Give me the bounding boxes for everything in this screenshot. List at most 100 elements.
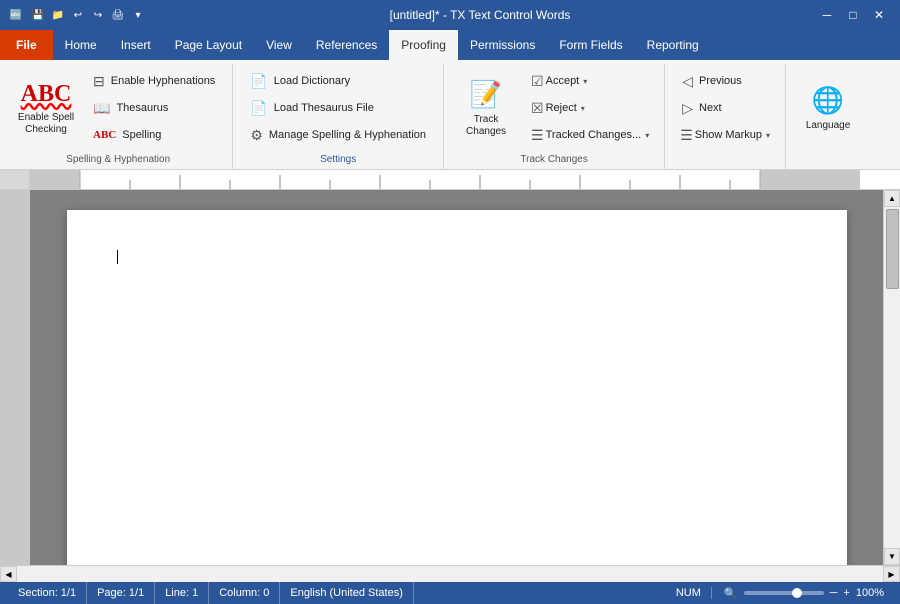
- scroll-left-button[interactable]: ◀: [0, 566, 17, 582]
- zoom-minus-icon[interactable]: ─: [830, 587, 838, 599]
- minimize-button[interactable]: ─: [814, 5, 840, 25]
- reject-dropdown-icon[interactable]: ▾: [581, 104, 585, 113]
- reject-label: Reject: [546, 102, 577, 114]
- show-markup-button[interactable]: ☰ Show Markup ▾: [673, 122, 777, 148]
- settings-small-col: 📄 Load Dictionary 📄 Load Thesaurus File …: [241, 68, 435, 148]
- vertical-scrollbar[interactable]: ▲ ▼: [883, 190, 900, 565]
- title-bar-left: 🔤 💾 📁 ↩ ↪ 🖨 ▾: [8, 7, 146, 23]
- manage-spelling-label: Manage Spelling & Hyphenation: [269, 129, 426, 141]
- menu-file[interactable]: File: [0, 30, 53, 60]
- scroll-track[interactable]: [884, 207, 900, 548]
- ruler-main: [30, 170, 900, 189]
- menu-proofing[interactable]: Proofing: [389, 30, 458, 60]
- undo-icon[interactable]: ↩: [70, 7, 86, 23]
- navigate-group-label: [673, 161, 777, 169]
- accept-label: Accept: [546, 75, 580, 87]
- maximize-button[interactable]: □: [840, 5, 866, 25]
- menu-view[interactable]: View: [254, 30, 304, 60]
- zoom-thumb[interactable]: [792, 588, 802, 598]
- save-icon[interactable]: 💾: [30, 7, 46, 23]
- tracked-changes-button[interactable]: ☰ Tracked Changes... ▾: [524, 122, 656, 148]
- quick-access-toolbar: 💾 📁 ↩ ↪ 🖨 ▾: [30, 7, 146, 23]
- zoom-controls[interactable]: 🔍 ─ + 100%: [716, 587, 892, 600]
- status-section: Section: 1/1: [8, 582, 87, 604]
- spelling-button[interactable]: ABC Spelling: [84, 122, 224, 148]
- ribbon-group-track-content: 📝 TrackChanges ☑ Accept ▾ ☒ Reject ▾ ☰ T…: [452, 68, 656, 150]
- ribbon-group-language: 🌐 Language: [786, 64, 870, 169]
- reject-button[interactable]: ☒ Reject ▾: [524, 95, 656, 121]
- enable-hyphenations-button[interactable]: ⊟ Enable Hyphenations: [84, 68, 224, 94]
- enable-spell-checking-label: Enable SpellChecking: [18, 112, 74, 136]
- menu-references[interactable]: References: [304, 30, 389, 60]
- load-thesaurus-icon: 📄: [250, 100, 267, 117]
- print-icon[interactable]: 🖨: [110, 7, 126, 23]
- language-button[interactable]: 🌐 Language: [794, 68, 862, 148]
- ribbon-group-spelling-content: ABC Enable SpellChecking ⊟ Enable Hyphen…: [12, 68, 224, 150]
- enable-spell-checking-button[interactable]: ABC Enable SpellChecking: [12, 68, 80, 148]
- load-dictionary-button[interactable]: 📄 Load Dictionary: [241, 68, 435, 94]
- menu-permissions[interactable]: Permissions: [458, 30, 547, 60]
- spelling-label: Spelling: [122, 129, 161, 141]
- side-ruler: [0, 190, 30, 565]
- text-cursor: [117, 250, 118, 264]
- show-markup-dropdown-icon[interactable]: ▾: [766, 131, 770, 140]
- show-markup-label: Show Markup: [695, 129, 762, 141]
- status-num: NUM: [666, 587, 712, 599]
- ribbon-group-spelling-hyphenation: ABC Enable SpellChecking ⊟ Enable Hyphen…: [4, 64, 233, 169]
- navigate-small-col: ◁ Previous ▷ Next ☰ Show Markup ▾: [673, 68, 777, 148]
- status-language: English (United States): [280, 582, 414, 604]
- reject-icon: ☒: [531, 100, 544, 117]
- tracked-changes-label: Tracked Changes...: [546, 129, 642, 141]
- document-page[interactable]: [67, 210, 847, 565]
- menu-form-fields[interactable]: Form Fields: [547, 30, 634, 60]
- accept-dropdown-icon[interactable]: ▾: [583, 77, 587, 86]
- thesaurus-button[interactable]: 📖 Thesaurus: [84, 95, 224, 121]
- load-thesaurus-button[interactable]: 📄 Load Thesaurus File: [241, 95, 435, 121]
- hyphenation-icon: ⊟: [93, 73, 105, 90]
- zoom-plus-icon[interactable]: +: [843, 587, 849, 599]
- thesaurus-label: Thesaurus: [116, 102, 168, 114]
- manage-spelling-button[interactable]: ⚙ Manage Spelling & Hyphenation: [241, 122, 435, 148]
- spelling-group-label: Spelling & Hyphenation: [12, 150, 224, 169]
- next-label: Next: [699, 102, 722, 114]
- scroll-right-button[interactable]: ▶: [883, 566, 900, 582]
- dropdown-icon[interactable]: ▾: [130, 7, 146, 23]
- menu-home[interactable]: Home: [53, 30, 109, 60]
- next-button[interactable]: ▷ Next: [673, 95, 777, 121]
- language-icon: 🌐: [812, 85, 844, 116]
- title-bar: 🔤 💾 📁 ↩ ↪ 🖨 ▾ [untitled]* - TX Text Cont…: [0, 0, 900, 30]
- next-icon: ▷: [682, 100, 693, 117]
- load-dictionary-icon: 📄: [250, 73, 267, 90]
- scroll-down-button[interactable]: ▼: [884, 548, 900, 565]
- menu-reporting[interactable]: Reporting: [635, 30, 711, 60]
- track-changes-label: TrackChanges: [466, 114, 506, 138]
- previous-button[interactable]: ◁ Previous: [673, 68, 777, 94]
- ruler: [0, 170, 900, 190]
- horizontal-scrollbar[interactable]: ◀ ▶: [0, 565, 900, 582]
- thesaurus-icon: 📖: [93, 100, 110, 117]
- main-area: ▲ ▼: [0, 190, 900, 565]
- spelling-icon: ABC: [93, 129, 116, 141]
- tracked-changes-icon: ☰: [531, 127, 544, 144]
- tracked-changes-dropdown-icon[interactable]: ▾: [645, 131, 649, 140]
- menu-page-layout[interactable]: Page Layout: [163, 30, 254, 60]
- accept-icon: ☑: [531, 73, 544, 90]
- scroll-up-button[interactable]: ▲: [884, 190, 900, 207]
- zoom-level: 100%: [856, 587, 884, 599]
- open-icon[interactable]: 📁: [50, 7, 66, 23]
- ribbon-group-language-content: 🌐 Language: [794, 68, 862, 161]
- close-button[interactable]: ✕: [866, 5, 892, 25]
- spell-check-icon: ABC: [21, 81, 72, 108]
- scroll-thumb[interactable]: [886, 209, 899, 289]
- menu-insert[interactable]: Insert: [109, 30, 163, 60]
- ribbon-group-navigate: ◁ Previous ▷ Next ☰ Show Markup ▾: [665, 64, 786, 169]
- accept-button[interactable]: ☑ Accept ▾: [524, 68, 656, 94]
- track-changes-button[interactable]: 📝 TrackChanges: [452, 68, 520, 148]
- hscroll-track[interactable]: [17, 566, 883, 582]
- track-changes-icon: 📝: [470, 79, 502, 110]
- status-page: Page: 1/1: [87, 582, 155, 604]
- status-bar: Section: 1/1 Page: 1/1 Line: 1 Column: 0…: [0, 582, 900, 604]
- document-scroll-area[interactable]: [30, 190, 883, 565]
- track-changes-group-label: Track Changes: [452, 150, 656, 169]
- redo-icon[interactable]: ↪: [90, 7, 106, 23]
